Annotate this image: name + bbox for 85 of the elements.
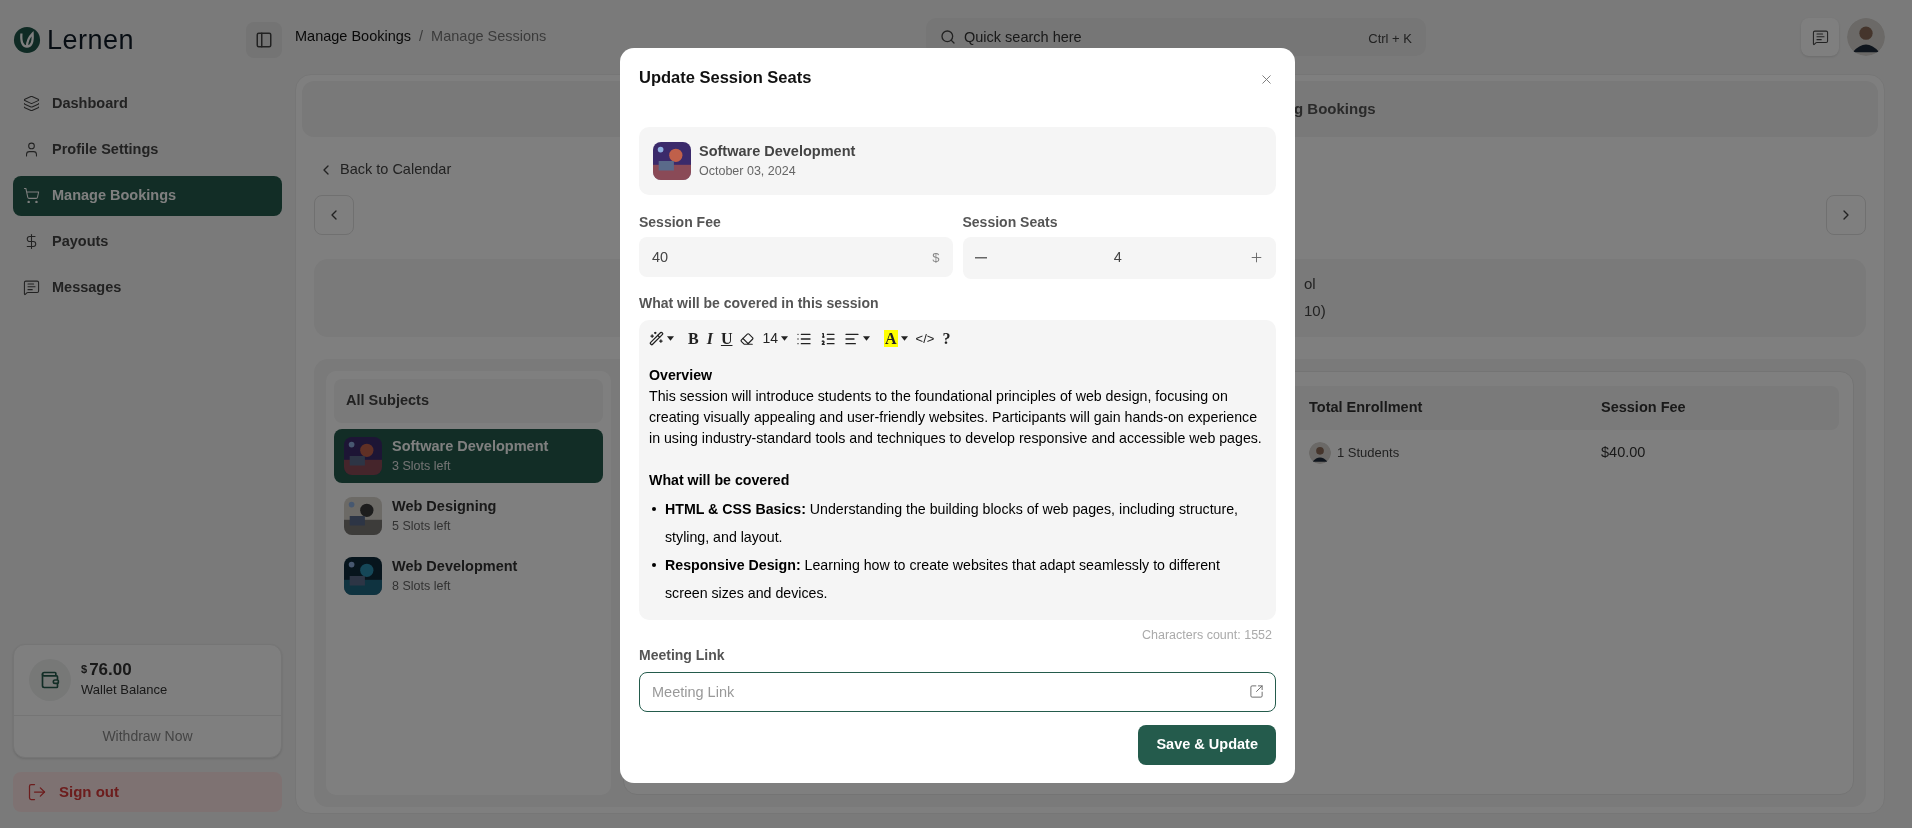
user-icon	[23, 141, 40, 158]
field-label: Session Fee	[639, 212, 722, 232]
cart-icon	[23, 187, 40, 204]
nav-item[interactable]: Messages	[13, 267, 282, 308]
table-cell-text: 1 Students	[1337, 444, 1400, 462]
breadcrumb-separator: /	[419, 27, 424, 47]
toolbar-button[interactable]: U	[716, 326, 737, 351]
decrement-button[interactable]	[974, 256, 987, 259]
editor-heading: What will be covered	[649, 470, 791, 490]
minus-icon	[974, 256, 987, 259]
currency-symbol: $	[81, 662, 88, 678]
field-label: Meeting Link	[639, 645, 726, 665]
field-label: What will be covered in this session	[639, 293, 880, 313]
subject-name: Software Development	[392, 436, 549, 456]
sidebar-toggle-button[interactable]	[246, 22, 282, 59]
summary-value: 10)	[1304, 300, 1327, 321]
numbered-list-icon	[820, 330, 837, 347]
nav-item[interactable]: Manage Bookings	[13, 175, 282, 216]
subject-name: Web Development	[392, 556, 518, 576]
bullet-icon	[652, 506, 656, 511]
rich-text-editor[interactable]	[639, 319, 1276, 620]
table-cell-text: $40.00	[1601, 442, 1646, 462]
toolbar-button[interactable]: </>	[911, 326, 939, 351]
currency-symbol: $	[932, 248, 940, 267]
field-label: Session Seats	[962, 212, 1059, 232]
nav-item[interactable]: Dashboard	[13, 83, 282, 124]
toolbar-button[interactable]: ?	[938, 326, 955, 351]
subject-item[interactable]: Web Development 8 Slots left	[334, 548, 603, 603]
toolbar-button[interactable]: 14	[758, 326, 793, 351]
external-link-icon	[1249, 683, 1264, 699]
seats-stepper[interactable]: 4	[962, 236, 1276, 279]
meeting-link-field[interactable]: Meeting Link	[639, 671, 1276, 712]
search-icon	[940, 29, 956, 45]
message-icon	[23, 279, 40, 296]
chat-button[interactable]	[1801, 18, 1839, 56]
column-header: Total Enrollment	[1309, 397, 1424, 417]
bullet-icon	[652, 562, 656, 567]
editor-heading: Overview	[649, 365, 714, 385]
slots-left: 8 Slots left	[392, 578, 452, 596]
session-date: October 03, 2024	[699, 163, 797, 181]
summary-title: ol	[1304, 274, 1317, 295]
avatar	[1847, 18, 1885, 56]
slots-left: 5 Slots left	[392, 518, 452, 536]
toolbar-button[interactable]: A	[880, 326, 912, 351]
magic-wand-icon	[649, 331, 664, 347]
eraser-icon	[740, 331, 755, 346]
sign-out-button[interactable]: Sign out	[13, 772, 282, 812]
seats-field[interactable]: 4	[986, 246, 1249, 269]
slots-left: 3 Slots left	[392, 458, 452, 476]
sign-out-icon	[27, 782, 47, 802]
message-icon	[1811, 28, 1829, 46]
toolbar-button[interactable]: B	[684, 326, 703, 351]
editor-paragraph: This session will introduce students to the foundational principles of web design, focusing on creating visually appealing and user-friendly websites. Participants will gain hands-on experience in using industry-standard tools and techniques to develop responsive and accessible web pages.	[649, 386, 1263, 448]
plus-icon	[1249, 250, 1264, 266]
tab[interactable]: g Bookings	[1294, 97, 1376, 121]
wallet-amount: 76.00	[89, 660, 132, 681]
wallet-label: Wallet Balance	[81, 681, 168, 700]
breadcrumb-current: Manage Sessions	[431, 27, 547, 47]
back-link[interactable]: Back to Calendar	[318, 159, 452, 181]
bullet-text: Responsive Design: Learning how to create websites that adapt seamlessly to different screen sizes and devices.	[665, 555, 1221, 603]
nav-item[interactable]: Payouts	[13, 221, 282, 262]
nav-item[interactable]: Profile Settings	[13, 129, 282, 170]
sidebar-panel-icon	[255, 31, 273, 50]
logo-icon	[13, 26, 41, 55]
subject-item[interactable]: Web Designing 5 Slots left	[334, 488, 603, 543]
layers-icon	[23, 95, 40, 112]
close-icon	[1259, 72, 1274, 87]
subject-item[interactable]: Software Development 3 Slots left	[334, 428, 603, 483]
withdraw-link[interactable]: Withdraw Now	[102, 726, 193, 747]
subjects-title: All Subjects	[346, 390, 429, 410]
modal-title: Update Session Seats	[639, 67, 812, 88]
character-count: Characters count: 1552	[1142, 626, 1272, 644]
wallet-icon	[40, 670, 60, 690]
breadcrumb-link[interactable]: Manage Bookings	[295, 26, 412, 48]
close-button[interactable]	[1259, 72, 1274, 87]
student-avatar	[1309, 441, 1331, 464]
toolbar-button[interactable]: I	[702, 326, 717, 351]
shortcut-hint: Ctrl + K	[1368, 30, 1412, 48]
session-name: Software Development	[699, 141, 856, 161]
bullet-text: HTML & CSS Basics: Understanding the building blocks of web pages, including structure, styling, and layout.	[665, 499, 1240, 547]
subject-name: Web Designing	[392, 496, 497, 516]
increment-button[interactable]	[1249, 250, 1264, 266]
save-button[interactable]: Save & Update	[1138, 725, 1276, 765]
logo-text: Lernen	[47, 24, 135, 57]
column-header: Session Fee	[1601, 397, 1686, 417]
